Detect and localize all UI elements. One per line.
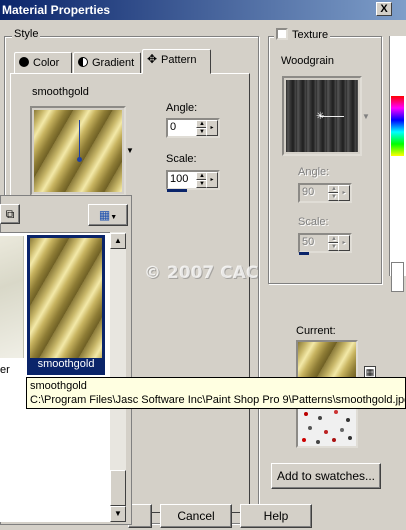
texture-name: Woodgrain <box>281 55 334 67</box>
scroll-down-button[interactable]: ▼ <box>110 506 126 522</box>
scale-slider-button[interactable]: ▸ <box>206 172 218 188</box>
background-app-strip-bottom <box>391 262 404 292</box>
pattern-name: smoothgold <box>32 86 89 98</box>
scale-label: Scale: <box>166 153 197 165</box>
scroll-thumb[interactable] <box>110 470 126 506</box>
woodgrain-swatch: ✳ <box>286 80 358 152</box>
texture-label: Texture <box>292 29 329 41</box>
texture-checkbox[interactable] <box>276 28 288 40</box>
texture-preview[interactable]: ✳ <box>282 76 362 156</box>
pattern-item-partial-label: er <box>0 364 10 376</box>
window-title-bar: Material Properties <box>0 0 406 20</box>
smoothgold-swatch <box>34 110 122 192</box>
texture-group-label-wrap: Texture <box>274 28 331 41</box>
popup-folder-button[interactable]: ⧉ <box>0 204 20 224</box>
texture-scale-spinner[interactable]: 50 ▲ ▼ ▸ <box>298 233 352 253</box>
texture-scale-slider-button[interactable]: ▸ <box>338 235 350 251</box>
window-title: Material Properties <box>2 3 111 17</box>
angle-spinner[interactable]: 0 ▲ ▼ ▸ <box>166 118 220 138</box>
cancel-button[interactable]: Cancel <box>160 504 232 528</box>
texture-scale-value: 50 <box>302 236 315 248</box>
pattern-item-smoothgold[interactable]: smoothgold <box>27 235 105 375</box>
tab-gradient-label: Gradient <box>92 57 135 69</box>
pattern-item-smoothgold-label: smoothgold <box>37 358 95 370</box>
tab-color[interactable]: Color <box>14 52 72 74</box>
floral-pattern-thumb <box>302 410 352 444</box>
style-group-label: Style <box>12 28 41 40</box>
texture-scale-label: Scale: <box>298 216 329 228</box>
tab-pattern-label: Pattern <box>161 54 197 66</box>
help-button[interactable]: Help <box>240 504 312 528</box>
pattern-tooltip: smoothgold C:\Program Files\Jasc Softwar… <box>26 377 406 409</box>
tab-pattern[interactable]: ✥ Pattern <box>142 49 211 74</box>
pattern-dropdown-arrow[interactable]: ▼ <box>126 146 134 155</box>
tab-color-label: Color <box>33 57 60 69</box>
add-to-swatches-button[interactable]: Add to swatches... <box>271 463 381 489</box>
tooltip-pattern-path: C:\Program Files\Jasc Software Inc\Paint… <box>30 394 406 406</box>
previous-material-swatch[interactable] <box>296 404 358 448</box>
scale-value: 100 <box>170 173 189 185</box>
texture-dropdown-arrow[interactable]: ▼ <box>362 112 370 121</box>
view-dropdown-arrow: ▼ <box>110 214 118 221</box>
close-icon: X <box>380 3 388 15</box>
color-circle-icon <box>19 57 29 67</box>
angle-indicator <box>79 120 80 160</box>
tooltip-pattern-name: smoothgold <box>30 380 87 392</box>
smoothgold-thumb <box>30 238 102 358</box>
close-button[interactable]: X <box>376 2 392 16</box>
texture-angle-dot: ✳ <box>316 111 325 122</box>
angle-slider-button[interactable]: ▸ <box>206 120 218 136</box>
grid-view-icon: ▦ <box>98 208 111 222</box>
pattern-preview[interactable] <box>30 106 126 196</box>
tab-gradient[interactable]: Gradient <box>73 52 141 74</box>
pattern-item-partial[interactable] <box>0 236 24 358</box>
scroll-up-button[interactable]: ▲ <box>110 233 126 249</box>
scale-slider-indicator <box>167 189 187 192</box>
angle-label: Angle: <box>166 102 198 114</box>
folder-icon: ⧉ <box>5 207 15 221</box>
background-app-strip-top <box>391 96 404 156</box>
angle-indicator-dot <box>77 157 82 162</box>
pattern-icon: ✥ <box>147 52 158 66</box>
popup-view-button[interactable]: ▦▼ <box>88 204 128 226</box>
texture-angle-value: 90 <box>302 186 315 198</box>
current-label: Current: <box>296 325 336 337</box>
gradient-icon <box>78 57 88 67</box>
scale-spinner[interactable]: 100 ▲ ▼ ▸ <box>166 170 220 190</box>
texture-scale-slider-indicator <box>299 252 309 255</box>
copyright-watermark: © 2007 CAC <box>144 263 259 283</box>
background-app-edge <box>389 36 406 276</box>
texture-angle-label: Angle: <box>298 166 330 178</box>
angle-value: 0 <box>170 121 177 133</box>
texture-angle-spinner[interactable]: 90 ▲ ▼ ▸ <box>298 183 352 203</box>
texture-angle-slider-button[interactable]: ▸ <box>338 185 350 201</box>
